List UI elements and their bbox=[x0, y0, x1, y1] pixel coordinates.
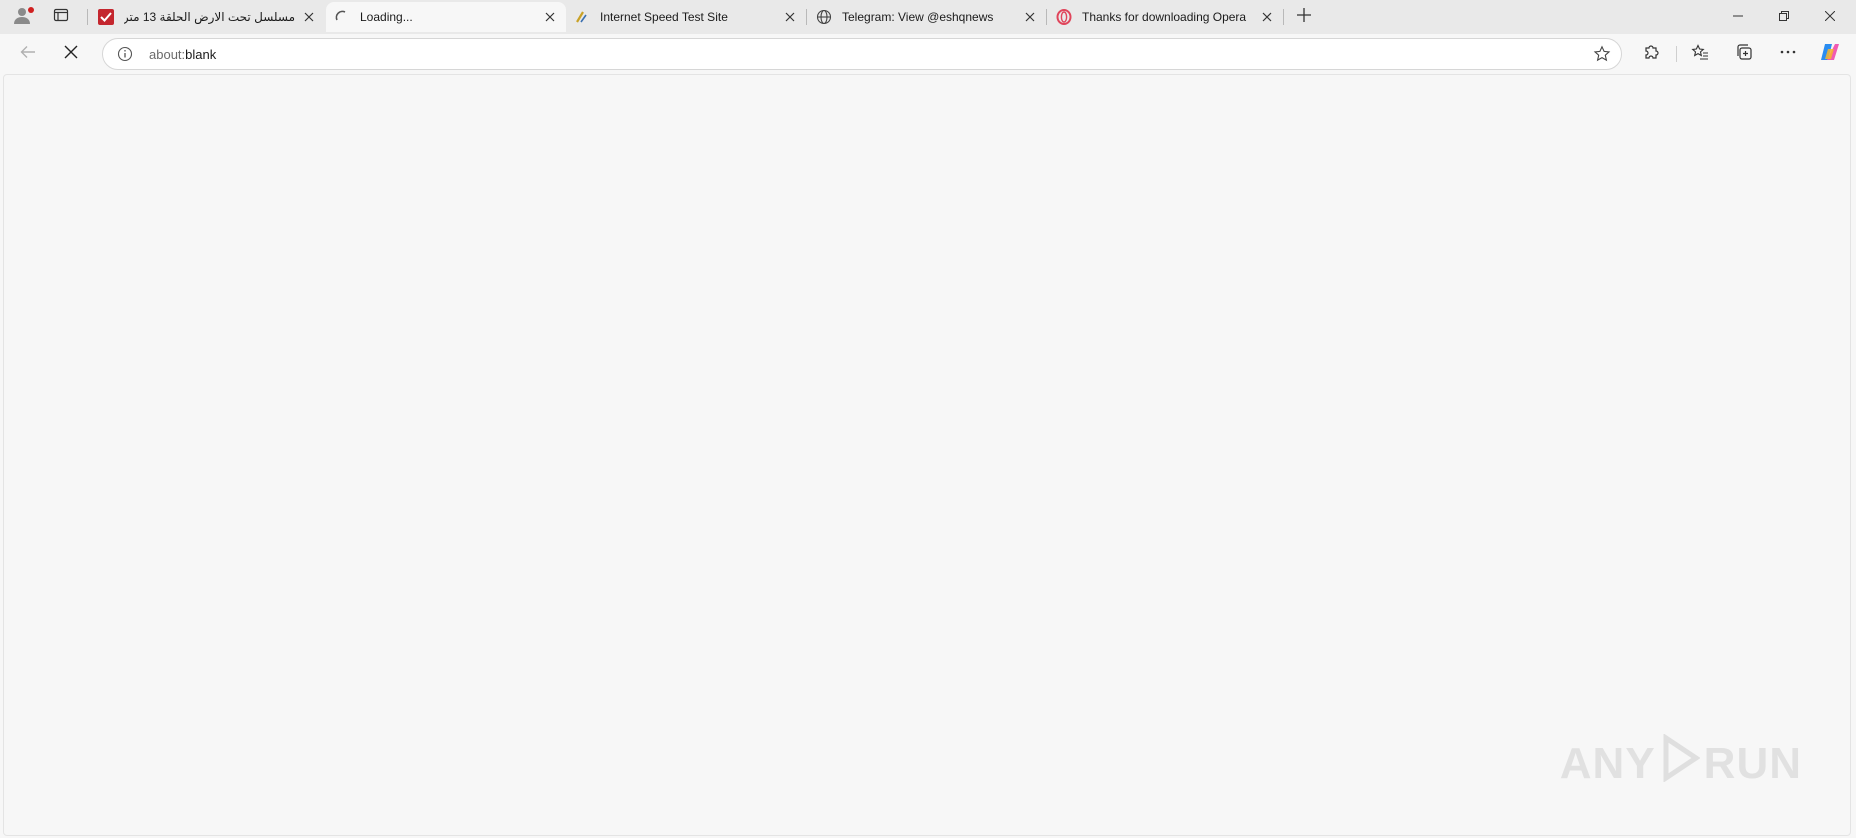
speed-test-favicon bbox=[574, 9, 590, 25]
url-scheme: about: bbox=[149, 47, 186, 62]
tab-separator bbox=[1046, 9, 1047, 25]
url-text[interactable]: about:blank bbox=[149, 47, 216, 62]
restore-icon bbox=[1779, 8, 1789, 26]
tab-close-icon[interactable] bbox=[1259, 9, 1275, 25]
tab-close-icon[interactable] bbox=[782, 9, 798, 25]
copilot-button[interactable] bbox=[1814, 38, 1846, 70]
close-icon bbox=[1824, 8, 1836, 26]
copilot-icon bbox=[1819, 41, 1841, 68]
tab-actions-button[interactable] bbox=[48, 4, 74, 30]
tab-separator bbox=[806, 9, 807, 25]
plus-icon bbox=[1297, 7, 1311, 27]
tab-separator bbox=[87, 9, 88, 25]
collections-button[interactable] bbox=[1728, 38, 1760, 70]
page-content: ANY RUN bbox=[3, 74, 1851, 836]
stop-loading-icon bbox=[64, 45, 78, 64]
watermark-text-right: RUN bbox=[1703, 738, 1802, 788]
navigation-toolbar: about:blank bbox=[0, 34, 1856, 74]
tab-telegram[interactable]: Telegram: View @eshqnews bbox=[808, 2, 1046, 32]
watermark-text-left: ANY bbox=[1559, 738, 1656, 788]
globe-icon bbox=[816, 9, 832, 25]
minimize-button[interactable] bbox=[1715, 0, 1761, 34]
tab-actions-icon bbox=[53, 7, 69, 28]
tab-close-icon[interactable] bbox=[301, 9, 317, 25]
new-tab-button[interactable] bbox=[1292, 5, 1316, 29]
close-window-button[interactable] bbox=[1807, 0, 1853, 34]
tab-title: Telegram: View @eshqnews bbox=[842, 10, 994, 24]
tab-title: Internet Speed Test Site bbox=[600, 10, 728, 24]
profile-button[interactable] bbox=[8, 4, 36, 30]
tab-arabic-series[interactable]: مسلسل تحت الارض الحلقة 13 مترجـ bbox=[90, 2, 325, 32]
toolbar-separator bbox=[1676, 46, 1677, 62]
collections-icon bbox=[1735, 43, 1753, 66]
minimize-icon bbox=[1733, 8, 1743, 26]
favorites-button[interactable] bbox=[1684, 38, 1716, 70]
more-horizontal-icon bbox=[1779, 43, 1797, 66]
tab-title: Loading... bbox=[360, 10, 413, 24]
tab-separator bbox=[1283, 9, 1284, 25]
tab-speed-test[interactable]: Internet Speed Test Site bbox=[566, 2, 806, 32]
puzzle-icon bbox=[1643, 43, 1661, 66]
tab-strip: مسلسل تحت الارض الحلقة 13 مترجـ Loading.… bbox=[0, 0, 1856, 34]
opera-icon bbox=[1056, 9, 1072, 25]
tab-close-icon[interactable] bbox=[542, 9, 558, 25]
back-button[interactable] bbox=[12, 38, 44, 70]
tab-title: Thanks for downloading Opera bbox=[1082, 10, 1247, 24]
tab-close-icon[interactable] bbox=[1022, 9, 1038, 25]
url-path: blank bbox=[185, 47, 217, 62]
notification-dot bbox=[28, 7, 34, 13]
tab-loading[interactable]: Loading... bbox=[326, 2, 566, 32]
stop-button[interactable] bbox=[55, 38, 87, 70]
arrow-left-icon bbox=[19, 43, 37, 66]
anyrun-watermark: ANY RUN bbox=[1559, 733, 1802, 793]
settings-more-button[interactable] bbox=[1772, 38, 1804, 70]
extensions-button[interactable] bbox=[1636, 38, 1668, 70]
play-icon bbox=[1660, 733, 1701, 793]
red-checkmark-favicon bbox=[98, 9, 114, 25]
tab-title: مسلسل تحت الارض الحلقة 13 مترجـ bbox=[124, 10, 295, 24]
address-bar[interactable]: about:blank bbox=[102, 38, 1622, 70]
favorites-list-icon bbox=[1691, 43, 1709, 66]
tab-opera[interactable]: Thanks for downloading Opera bbox=[1048, 2, 1283, 32]
site-info-icon[interactable] bbox=[117, 46, 133, 62]
favorite-star-icon[interactable] bbox=[1593, 45, 1611, 63]
loading-spinner-icon bbox=[334, 9, 350, 25]
restore-button[interactable] bbox=[1761, 0, 1807, 34]
